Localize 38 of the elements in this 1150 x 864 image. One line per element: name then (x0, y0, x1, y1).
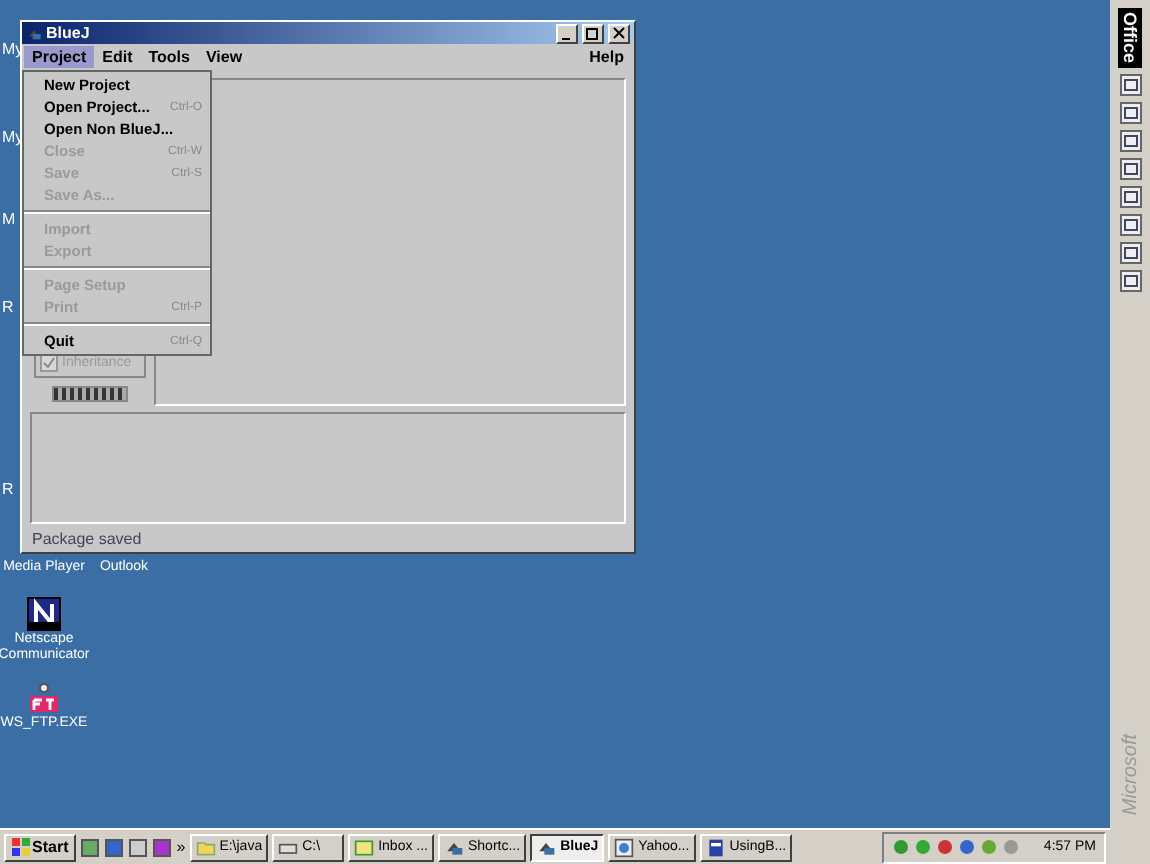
menu-item[interactable]: View (197, 46, 251, 68)
menu-item[interactable]: Tools (140, 46, 198, 68)
minimize-icon[interactable] (556, 23, 578, 43)
app-icon (26, 25, 42, 41)
browser-icon (614, 837, 635, 857)
brand-text: Microsoft (1119, 734, 1141, 816)
toolbar-icon[interactable] (1119, 185, 1141, 208)
mail-icon (354, 837, 375, 857)
toolbar-icon[interactable] (1119, 241, 1141, 264)
ftp-icon[interactable] (26, 680, 62, 716)
window-title: BlueJ (46, 24, 92, 42)
quick-launch-icon[interactable] (128, 837, 149, 857)
toolbar-icon[interactable] (1119, 269, 1141, 292)
office-title: Office (1118, 8, 1142, 68)
menu-item[interactable]: Edit (94, 46, 141, 68)
desktop-icon-label: R (2, 298, 14, 316)
more-chevron[interactable]: » (176, 838, 186, 856)
quick-launch-icon[interactable] (152, 837, 173, 857)
windows-logo-icon (12, 838, 30, 856)
toolbar-icon[interactable] (1119, 101, 1141, 124)
toolbar-icon[interactable] (1119, 73, 1141, 96)
striped-bar (52, 386, 128, 402)
letter-n-icon[interactable] (26, 596, 62, 632)
status-text: Package saved (30, 530, 144, 552)
quick-launch-icon[interactable] (104, 837, 125, 857)
toolbar-icon[interactable] (1119, 157, 1141, 180)
quick-launch-icon[interactable] (80, 837, 101, 857)
maximize-icon[interactable] (582, 23, 604, 43)
menu-item[interactable]: Help (581, 46, 632, 68)
folder-icon (195, 837, 216, 857)
toolbar-icon[interactable] (1119, 213, 1141, 236)
start-button[interactable]: Start (4, 833, 77, 861)
close-icon[interactable] (608, 23, 630, 43)
desktop-icon-label: M (2, 210, 16, 228)
doc-icon (705, 837, 726, 857)
toolbar-icon[interactable] (1119, 129, 1141, 152)
menu-item[interactable]: Project (24, 46, 95, 68)
desktop-icon-label: R (2, 480, 14, 498)
